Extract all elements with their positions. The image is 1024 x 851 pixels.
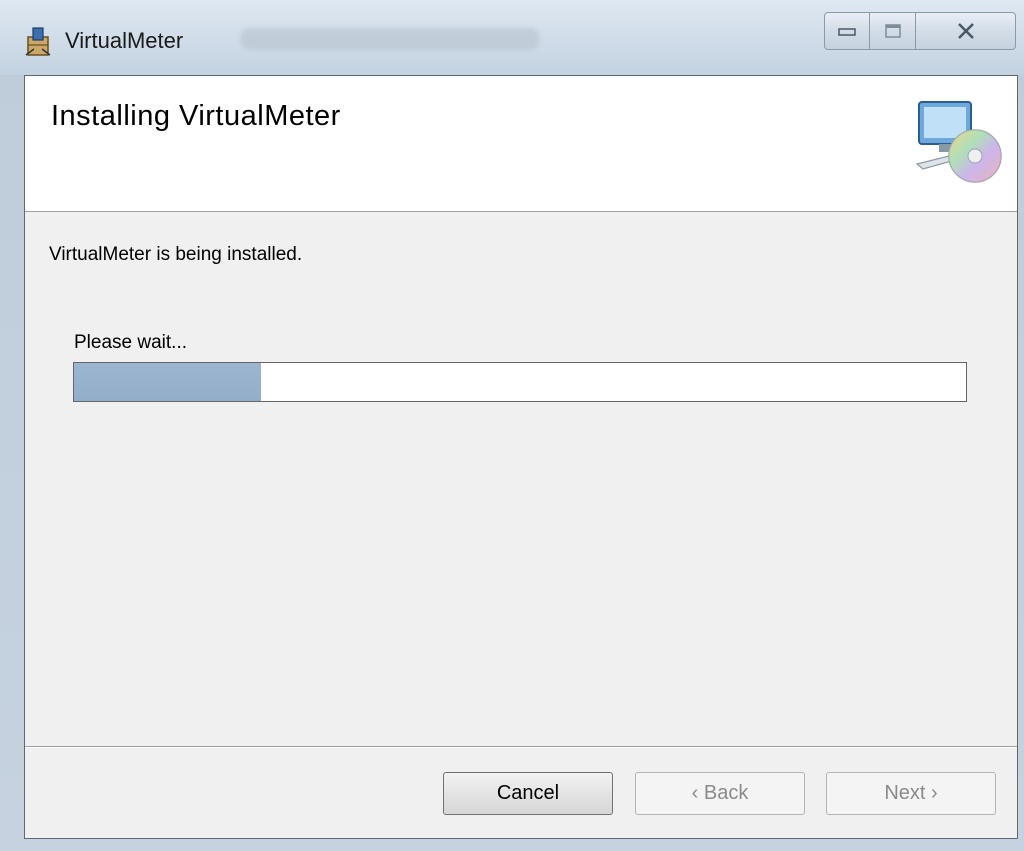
window-controls <box>824 12 1018 52</box>
cancel-button[interactable]: Cancel <box>443 772 613 815</box>
maximize-button[interactable] <box>870 12 916 50</box>
close-icon <box>957 23 974 39</box>
minimize-icon <box>838 28 856 36</box>
close-button[interactable] <box>916 12 1016 50</box>
install-progress-bar <box>73 362 967 402</box>
footer-separator <box>25 746 1017 748</box>
title-bar[interactable]: VirtualMeter <box>0 0 1024 75</box>
computer-with-disc-icon <box>915 101 1002 183</box>
next-button[interactable]: Next › <box>826 772 996 815</box>
please-wait-label: Please wait... <box>74 332 187 353</box>
progress-bar-fill <box>74 363 262 401</box>
window-title: VirtualMeter <box>65 28 184 53</box>
minimize-button[interactable] <box>824 12 870 50</box>
maximize-icon <box>884 24 901 38</box>
header-banner: Installing VirtualMeter <box>25 76 1017 212</box>
background-window-title <box>240 28 540 50</box>
installer-package-icon <box>25 27 51 56</box>
installer-window: VirtualMeter Installing VirtualMeter Vir… <box>0 0 1024 851</box>
back-button[interactable]: ‹ Back <box>635 772 805 815</box>
page-title: Installing VirtualMeter <box>51 100 341 132</box>
install-status-text: VirtualMeter is being installed. <box>49 244 303 265</box>
installer-dialog: Installing VirtualMeter VirtualMeter is … <box>24 75 1018 839</box>
